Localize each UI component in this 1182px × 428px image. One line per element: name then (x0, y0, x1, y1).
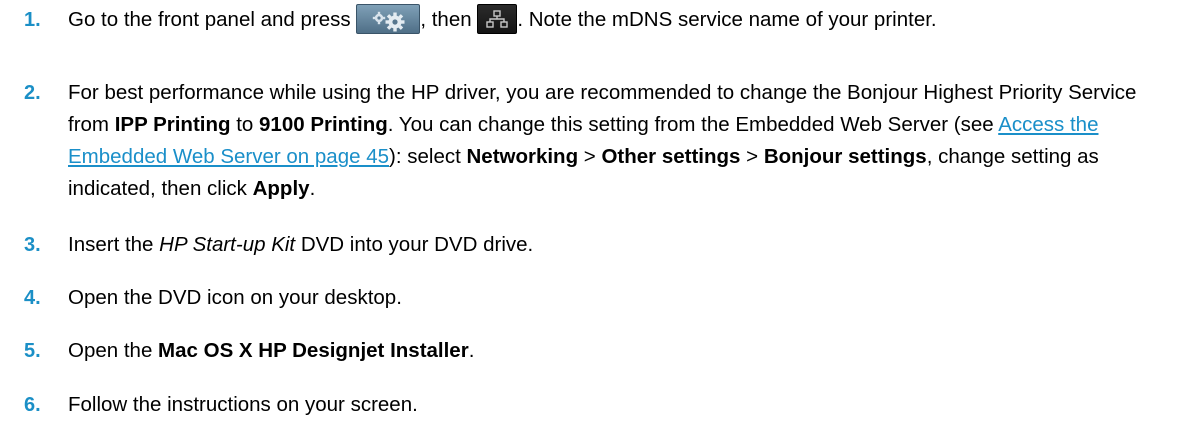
settings-gears-icon (356, 3, 421, 34)
step-text: Open the DVD icon on your desktop. (68, 286, 402, 309)
step-number: 2. (24, 82, 41, 104)
step-number: 1. (24, 9, 41, 31)
menu-other-settings: Other settings (601, 145, 741, 168)
network-icon (477, 3, 518, 34)
step-text: Open the Mac OS X HP Designjet Installer… (68, 335, 1158, 367)
menu-bonjour-settings: Bonjour settings (763, 145, 927, 168)
step-text: Follow the instructions on your screen. (68, 393, 418, 416)
step-text-segment: Go to the front panel and press (68, 8, 357, 31)
service-name-ipp: IPP Printing (114, 113, 231, 136)
step-text: Insert the HP Start-up Kit DVD into your… (68, 229, 1158, 261)
apply-label: Apply (252, 177, 310, 200)
step-number: 4. (24, 287, 41, 309)
installation-steps: 1. Go to the front panel and press , the… (0, 0, 1182, 428)
product-name: HP Start-up Kit (159, 233, 296, 256)
installer-name: Mac OS X HP Designjet Installer (158, 339, 469, 362)
service-name-9100: 9100 Printing (259, 113, 388, 136)
step-text-segment: Insert the (68, 233, 160, 256)
menu-networking: Networking (466, 145, 579, 168)
step-text: Go to the front panel and press , then .… (68, 3, 1158, 36)
step-number: 6. (24, 394, 41, 416)
step-text-segment: . You can change this setting from the E… (387, 113, 999, 136)
step-text-segment: . Note the mDNS service name of your pri… (517, 8, 937, 31)
menu-separator: > (578, 145, 602, 168)
step-text-segment: ): select (389, 145, 467, 168)
step-text-segment: . (468, 339, 475, 362)
step-text: For best performance while using the HP … (68, 77, 1158, 205)
step-number: 3. (24, 234, 41, 256)
step-number: 5. (24, 340, 41, 362)
menu-separator: > (740, 145, 764, 168)
step-text-segment: , then (420, 8, 478, 31)
step-text-segment: DVD into your DVD drive. (295, 233, 534, 256)
step-text-segment: to (230, 113, 260, 136)
step-text-segment: . (309, 177, 316, 200)
step-text-segment: Open the (68, 339, 159, 362)
